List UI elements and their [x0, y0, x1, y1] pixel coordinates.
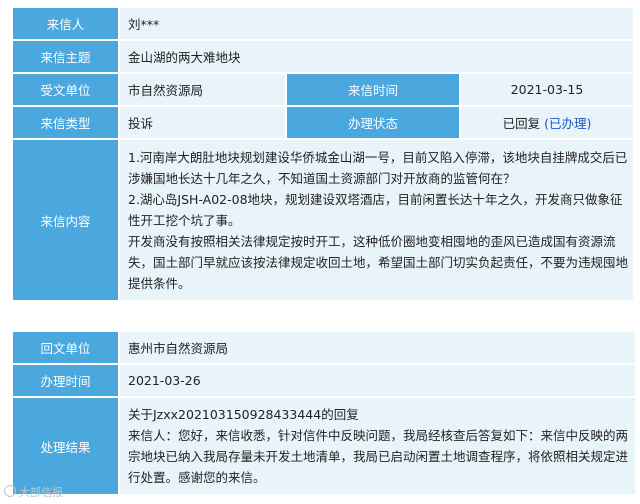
- sender-label: 来信人: [13, 8, 118, 39]
- letter-time-label: 来信时间: [287, 74, 459, 105]
- reply-time-value: 2021-03-26: [120, 365, 635, 396]
- dept-value: 市自然资源局: [120, 74, 285, 105]
- result-label: 处理结果: [13, 398, 118, 494]
- content-paragraph: 2.湖心岛JSH-A02-08地块，规划建设双塔酒店，目前闲置长达十年之久，开发…: [128, 191, 623, 228]
- result-body: 关于Jzxx20210315092843344​4的回复 来信人：您好，来信收悉…: [120, 398, 635, 494]
- status-value: 已回复 (已办理): [461, 107, 634, 138]
- status-label: 办理状态: [287, 107, 459, 138]
- reply-unit-value: 惠州市自然资源局: [120, 332, 635, 363]
- subject-label: 来信主题: [13, 41, 118, 72]
- dept-label: 受文单位: [13, 74, 118, 105]
- letter-info-table: 来信人 刘*** 来信主题 金山湖的两大难地块 受文单位 市自然资源局 来信时间…: [11, 6, 636, 302]
- status-detail-link[interactable]: (已办理): [544, 116, 591, 131]
- result-paragraph: 来信人：您好，来信收悉，针对信件中反映问题，我局经核查后答复如下：来信中反映的两…: [128, 428, 629, 485]
- reply-unit-label: 回文单位: [13, 332, 118, 363]
- watermark: 大部信报: [4, 484, 63, 500]
- content-paragraph: 开发商没有按照相关法律规定按时开工，这种低价圈地变相囤地的歪风已造成国有资源流失…: [128, 233, 629, 291]
- content-body: 1.河南岸大朗肚地块规划建设华侨城金山湖一号，目前又陷入停滞，该地块自挂牌成交后…: [120, 140, 634, 300]
- reply-time-label: 办理时间: [13, 365, 118, 396]
- sender-value: 刘***: [120, 8, 634, 39]
- watermark-text: 大部信报: [19, 486, 63, 499]
- result-paragraph: 关于Jzxx20210315092843344​4的回复: [128, 407, 359, 422]
- reply-info-table: 回文单位 惠州市自然资源局 办理时间 2021-03-26 处理结果 关于Jzx…: [11, 330, 637, 496]
- subject-value: 金山湖的两大难地块: [120, 41, 634, 72]
- content-label: 来信内容: [13, 140, 118, 300]
- content-paragraph: 1.河南岸大朗肚地块规划建设华侨城金山湖一号，目前又陷入停滞，该地块自挂牌成交后…: [128, 149, 628, 186]
- watermark-logo-icon: [4, 485, 16, 497]
- status-text: 已回复: [502, 116, 541, 131]
- letter-time-value: 2021-03-15: [461, 74, 634, 105]
- type-label: 来信类型: [13, 107, 118, 138]
- type-value: 投诉: [120, 107, 285, 138]
